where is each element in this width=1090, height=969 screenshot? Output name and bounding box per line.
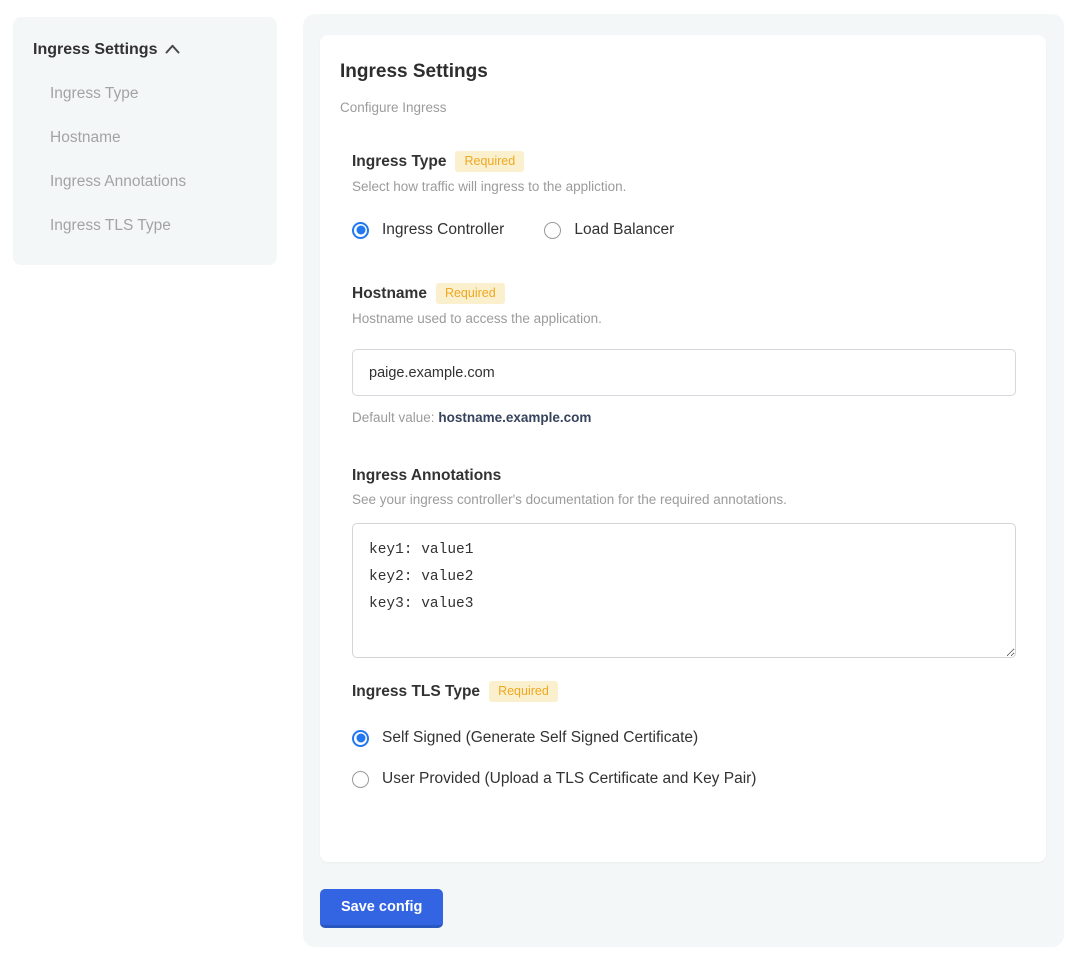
radio-load-balancer[interactable] [544,222,561,239]
field-help-ingress-type: Select how traffic will ingress to the a… [352,179,1016,194]
field-label-ingress-annotations: Ingress Annotations [352,467,501,485]
field-hostname: Hostname Required Hostname used to acces… [352,283,1016,425]
radio-user-provided[interactable] [352,771,369,788]
page-subtitle: Configure Ingress [340,100,1016,115]
page-title: Ingress Settings [340,61,1016,83]
radio-label-ingress-controller: Ingress Controller [382,221,504,239]
radio-option-self-signed[interactable]: Self Signed (Generate Self Signed Certif… [352,729,1016,747]
radio-label-self-signed: Self Signed (Generate Self Signed Certif… [382,729,698,747]
default-value-prefix: Default value: [352,410,435,425]
sidebar-item-list: Ingress Type Hostname Ingress Annotation… [33,85,257,235]
required-badge: Required [489,681,558,702]
ingress-type-radio-group: Ingress Controller Load Balancer [352,221,1016,239]
field-ingress-tls-type: Ingress TLS Type Required Self Signed (G… [352,681,1016,788]
ingress-annotations-textarea[interactable]: key1: value1 key2: value2 key3: value3 [352,523,1016,658]
radio-option-user-provided[interactable]: User Provided (Upload a TLS Certificate … [352,770,1016,788]
save-config-button[interactable]: Save config [320,889,443,928]
sidebar-item-ingress-type[interactable]: Ingress Type [50,85,257,103]
sidebar-group-ingress-settings[interactable]: Ingress Settings [33,41,257,59]
field-label-hostname: Hostname [352,285,427,303]
field-label-ingress-tls-type: Ingress TLS Type [352,683,480,701]
field-help-hostname: Hostname used to access the application. [352,311,1016,326]
sidebar-group-label: Ingress Settings [33,41,157,59]
config-panel: Ingress Settings Configure Ingress Ingre… [303,14,1064,947]
sidebar-item-hostname[interactable]: Hostname [50,129,257,147]
radio-ingress-controller[interactable] [352,222,369,239]
sidebar-item-ingress-annotations[interactable]: Ingress Annotations [50,173,257,191]
chevron-up-icon [165,41,180,59]
field-ingress-type: Ingress Type Required Select how traffic… [352,151,1016,239]
ingress-tls-radio-group: Self Signed (Generate Self Signed Certif… [352,729,1016,788]
hostname-default-line: Default value: hostname.example.com [352,410,1016,425]
radio-option-ingress-controller[interactable]: Ingress Controller [352,221,504,239]
config-nav-sidebar: Ingress Settings Ingress Type Hostname I… [13,17,277,265]
radio-label-user-provided: User Provided (Upload a TLS Certificate … [382,770,756,788]
radio-option-load-balancer[interactable]: Load Balancer [544,221,674,239]
config-card: Ingress Settings Configure Ingress Ingre… [320,35,1046,862]
required-badge: Required [455,151,524,172]
sidebar-item-ingress-tls-type[interactable]: Ingress TLS Type [50,217,257,235]
hostname-input[interactable] [352,349,1016,396]
radio-self-signed[interactable] [352,730,369,747]
required-badge: Required [436,283,505,304]
field-label-ingress-type: Ingress Type [352,153,446,171]
radio-label-load-balancer: Load Balancer [574,221,674,239]
default-value-text: hostname.example.com [438,410,591,425]
field-help-ingress-annotations: See your ingress controller's documentat… [352,492,1016,507]
field-ingress-annotations: Ingress Annotations See your ingress con… [352,467,1016,658]
